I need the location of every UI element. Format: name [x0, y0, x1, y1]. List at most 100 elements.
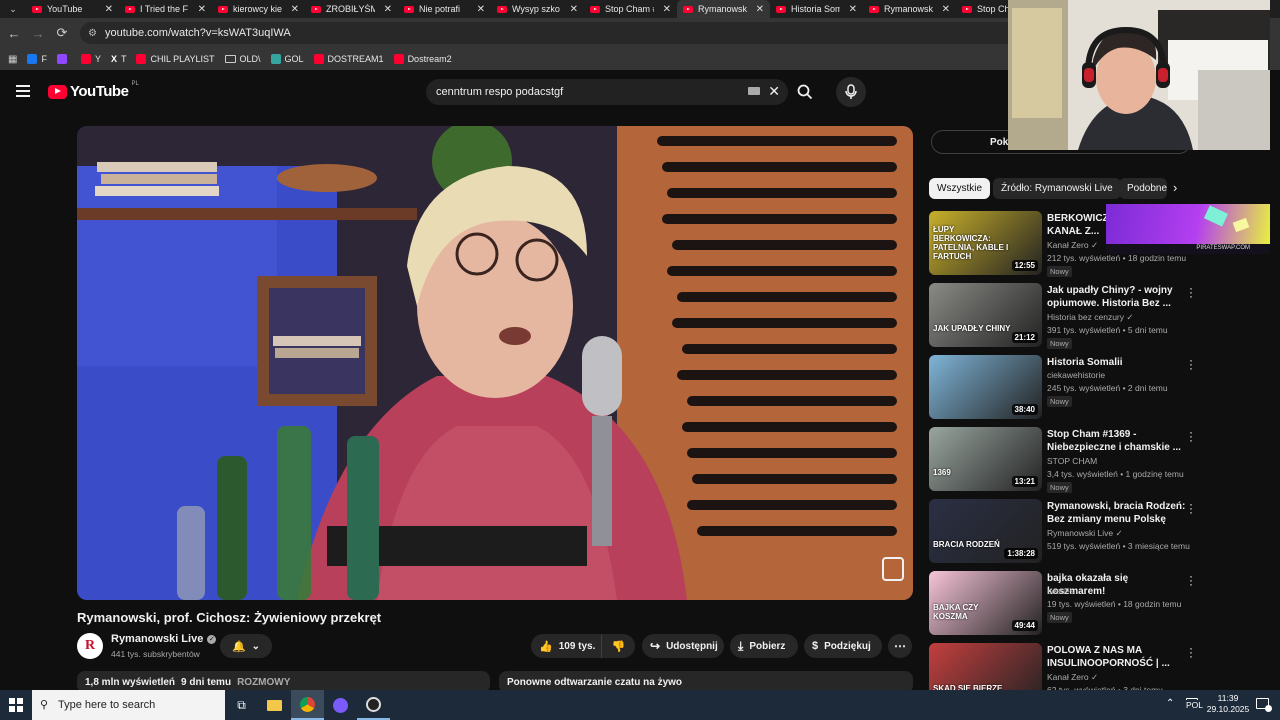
more-vertical-icon[interactable]: ···	[1187, 282, 1195, 302]
recommendation-title[interactable]: Rymanowski, bracia Rodzeń: Bez zmiany me…	[1047, 500, 1187, 526]
browser-tab[interactable]: Wysyp szko ✕	[491, 0, 584, 18]
close-tab-icon[interactable]: ✕	[384, 4, 392, 15]
browser-tab[interactable]: Stop Cham # ✕	[584, 0, 677, 18]
reload-button[interactable]: ⟳	[52, 23, 72, 43]
guide-menu-button[interactable]	[16, 84, 32, 98]
notifications-button[interactable]: 🔔 ⌄	[220, 634, 272, 658]
video-player[interactable]	[77, 126, 913, 600]
search-button[interactable]	[790, 77, 820, 107]
back-button[interactable]: ←	[4, 23, 24, 43]
recommendation-channel[interactable]: Kanał Zero ✓	[1047, 240, 1098, 251]
channel-avatar[interactable]: R	[77, 633, 103, 659]
recommendation-channel[interactable]: ciekawehistorie	[1047, 370, 1105, 380]
close-tab-icon[interactable]: ✕	[570, 4, 578, 15]
chrome-taskbar-button[interactable]	[291, 690, 324, 720]
more-actions-button[interactable]: ⋯	[888, 634, 912, 658]
recommendation-item[interactable]: BAJKA CZY KOSZMA 49:44 bajka okazała się k…	[929, 570, 1199, 637]
task-view-button[interactable]: ⧉	[225, 690, 258, 720]
bookmark-item[interactable]	[56, 54, 71, 64]
bookmark-item[interactable]: Y	[80, 54, 101, 64]
recommendation-item[interactable]: BRACIA RODZEŃ 1:38:28 Rymanowski, bracia R…	[929, 498, 1199, 565]
close-tab-icon[interactable]: ✕	[942, 4, 950, 15]
keyboard-icon[interactable]	[748, 87, 760, 95]
browser-tab[interactable]: Historia Som ✕	[770, 0, 863, 18]
bookmark-item[interactable]: Dostream2	[393, 54, 452, 64]
recommendation-channel[interactable]: STOP CHAM	[1047, 456, 1097, 466]
more-vertical-icon[interactable]: ···	[1187, 354, 1195, 374]
recommendation-item[interactable]: JAK UPADŁY CHINY 21:12 Jak upadły Chiny? -…	[929, 282, 1199, 349]
recommendation-thumbnail[interactable]: 1369 13:21	[929, 427, 1042, 491]
obs-taskbar-button[interactable]	[357, 690, 390, 720]
more-vertical-icon[interactable]: ···	[1187, 570, 1195, 590]
recommendation-thumbnail[interactable]: ŁUPY BERKOWICZA: PATELNIA, KABLE I FARTU…	[929, 211, 1042, 275]
more-vertical-icon[interactable]: ···	[1187, 642, 1195, 662]
search-input[interactable]: cenntrum respo podacstgf ✕	[426, 79, 788, 105]
tab-search-button[interactable]: ⌄	[0, 0, 26, 18]
chips-next-button[interactable]: ›	[1173, 180, 1177, 195]
recommendation-title[interactable]: Jak upadły Chiny? - wojny opiumowe. Hist…	[1047, 284, 1187, 310]
bookmark-item[interactable]: DOSTREAM1	[313, 54, 384, 64]
address-bar[interactable]: ⚙ youtube.com/watch?v=ksWAT3uqIWA	[80, 22, 1070, 44]
description-box[interactable]: 1,8 mln wyświetleń 9 dni temu ROZMOWY	[77, 671, 490, 690]
more-vertical-icon[interactable]: ···	[1187, 426, 1195, 446]
dislike-button[interactable]: 👎	[601, 634, 635, 658]
share-button[interactable]: ↪ Udostępnij	[642, 634, 724, 658]
chip-from-channel[interactable]: Źródło: Rymanowski Live	[993, 178, 1121, 199]
apps-button[interactable]: ▦	[8, 54, 17, 65]
bookmark-item[interactable]: GOL	[270, 54, 304, 64]
recommendation-channel[interactable]: Rymanowski Live ✓	[1047, 528, 1123, 539]
voice-search-button[interactable]	[836, 77, 866, 107]
notifications-center-button[interactable]	[1256, 698, 1272, 712]
messenger-taskbar-button[interactable]	[324, 690, 357, 720]
download-button[interactable]: ⤓ Pobierz	[730, 634, 798, 658]
recommendation-title[interactable]: POLOWA Z NAS MA INSULINOOPORNOŚĆ | ...	[1047, 644, 1187, 670]
taskbar-search-input[interactable]: ⚲ Type here to search	[32, 690, 225, 720]
clear-search-icon[interactable]: ✕	[768, 83, 780, 100]
browser-tab[interactable]: I Tried the F ✕	[119, 0, 212, 18]
close-tab-icon[interactable]: ✕	[849, 4, 857, 15]
youtube-logo[interactable]: YouTube PL	[48, 81, 139, 100]
file-explorer-button[interactable]	[258, 690, 291, 720]
browser-tab[interactable]: Rymanowski ✕	[863, 0, 956, 18]
close-tab-icon[interactable]: ✕	[663, 4, 671, 15]
recommendation-title[interactable]: Historia Somalii	[1047, 356, 1187, 369]
like-button[interactable]: 👍 109 tys.	[531, 634, 601, 658]
recommendation-item[interactable]: 1369 13:21 Stop Cham #1369 - Niebezpieczne…	[929, 426, 1199, 493]
close-tab-icon[interactable]: ✕	[105, 4, 113, 15]
recommendation-item[interactable]: 38:40 Historia Somalii ciekawehistorie 245 …	[929, 354, 1199, 421]
close-tab-icon[interactable]: ✕	[291, 4, 299, 15]
close-tab-icon[interactable]: ✕	[477, 4, 485, 15]
recommendation-channel[interactable]: Historia bez cenzury ✓	[1047, 312, 1134, 323]
recommendation-item[interactable]: SKĄD SIĘ BIERZE41:26POLOWA Z NAS MA INSU…	[929, 642, 1199, 690]
recommendation-channel[interactable]: Kanał Zero ✓	[1047, 672, 1098, 683]
chip-all[interactable]: Wszystkie	[929, 178, 990, 199]
input-language[interactable]: POL	[1186, 700, 1204, 710]
browser-tab[interactable]: Rymanowski ✕	[677, 0, 770, 18]
browser-tab[interactable]: Nie potrafi ✕	[398, 0, 491, 18]
browser-tab[interactable]: ZROBIŁYŚM ✕	[305, 0, 398, 18]
recommendation-thumbnail[interactable]: SKĄD SIĘ BIERZE41:26	[929, 643, 1042, 690]
bookmark-item[interactable]: XT	[111, 54, 127, 64]
browser-tab[interactable]: YouTube ✕	[26, 0, 119, 18]
forward-button[interactable]: →	[28, 23, 48, 43]
clock[interactable]: 11:39 29.10.2025	[1206, 693, 1250, 715]
close-tab-icon[interactable]: ✕	[198, 4, 206, 15]
sponsor-banner[interactable]: PIRATESWAP.COM	[1106, 204, 1270, 254]
bookmark-item[interactable]: F	[27, 54, 47, 64]
show-hidden-icons-button[interactable]: ⌃	[1166, 698, 1174, 709]
recommendation-thumbnail[interactable]: BAJKA CZY KOSZMA 49:44	[929, 571, 1042, 635]
recommendation-title[interactable]: Stop Cham #1369 - Niebezpieczne i chamsk…	[1047, 428, 1187, 454]
chat-replay-box[interactable]: Ponowne odtwarzanie czatu na żywo	[499, 671, 913, 690]
recommendation-thumbnail[interactable]: 38:40	[929, 355, 1042, 419]
bookmark-item[interactable]: OLD\	[224, 54, 261, 64]
browser-tab[interactable]: kierowcy kie ✕	[212, 0, 305, 18]
start-button[interactable]	[0, 690, 32, 720]
recommendation-channel[interactable]: besties	[1047, 586, 1074, 596]
site-info-icon[interactable]: ⚙	[88, 28, 97, 39]
recommendation-thumbnail[interactable]: BRACIA RODZEŃ 1:38:28	[929, 499, 1042, 563]
bookmark-item[interactable]: CHIL PLAYLIST	[136, 54, 215, 64]
close-tab-icon[interactable]: ✕	[756, 4, 764, 15]
channel-name[interactable]: Rymanowski Live	[111, 633, 203, 645]
chip-related[interactable]: Podobne	[1119, 178, 1167, 199]
more-vertical-icon[interactable]: ···	[1187, 498, 1195, 518]
